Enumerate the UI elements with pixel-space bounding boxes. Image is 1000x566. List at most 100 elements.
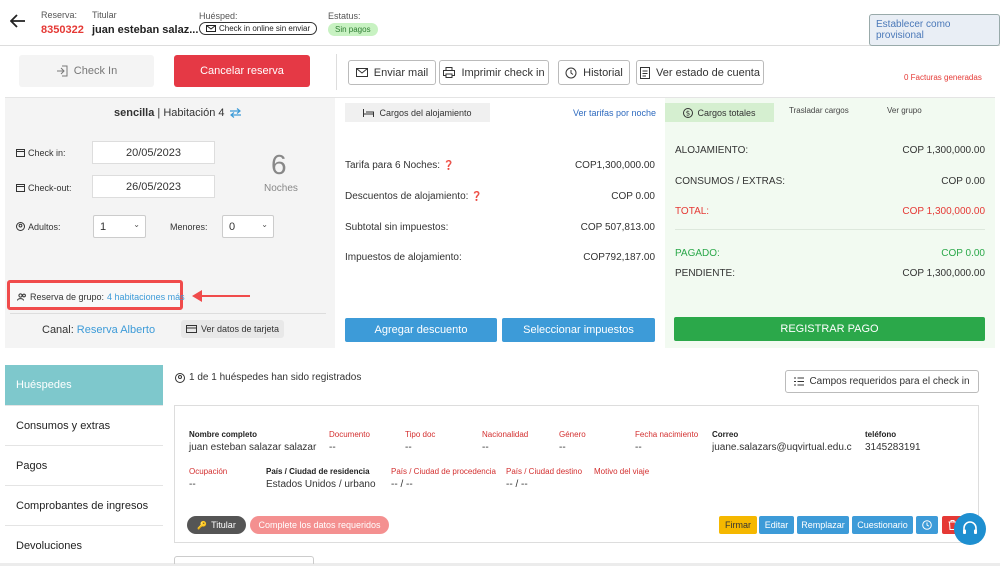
consumos-value: COP 0.00 [941, 176, 985, 187]
support-chat-button[interactable] [954, 513, 986, 545]
checkin-label: Check in: [28, 148, 66, 158]
tab-view-group[interactable]: Ver grupo [887, 106, 922, 115]
back-arrow-icon[interactable] [9, 12, 26, 33]
row-discount-label: Descuentos de alojamiento: ❓ [345, 191, 483, 202]
action-toolbar: Check In Cancelar reserva Enviar mail Im… [5, 46, 995, 98]
tipo-doc-label: Tipo doc [405, 430, 436, 439]
tab-total-label: Cargos totales [697, 107, 756, 118]
swap-room-icon[interactable] [229, 108, 242, 118]
firmar-button[interactable]: Firmar [719, 516, 757, 534]
required-fields-button[interactable]: Campos requeridos para el check in [785, 370, 979, 393]
user-circle-icon [16, 222, 25, 231]
account-statement-label: Ver estado de cuenta [656, 66, 760, 79]
telefono-value: 3145283191 [865, 442, 921, 453]
tab-lodging-charges[interactable]: Cargos del alojamiento [345, 103, 490, 122]
check-in-button[interactable]: Check In [19, 55, 154, 87]
adults-value: 1 [100, 220, 107, 233]
left-divider [10, 313, 326, 314]
calendar-icon [16, 149, 25, 157]
documento-value: -- [329, 442, 336, 453]
help-icon[interactable]: ❓ [443, 160, 454, 171]
tab-lodging-label: Cargos del alojamiento [379, 107, 472, 118]
minors-select[interactable]: 0 ⌄ [222, 215, 274, 238]
group-reservation: Reserva de grupo: 4 habitaciones más [17, 292, 185, 302]
tab-total-charges[interactable]: $ Cargos totales [665, 103, 774, 122]
clock-button[interactable] [916, 516, 938, 534]
correo-value: juane.salazars@uqvirtual.edu.co [712, 442, 852, 453]
huesped-label: Huésped: [199, 11, 238, 21]
checkin-date-field[interactable]: 20/05/2023 [92, 141, 215, 164]
sidebar-item-consumos[interactable]: Consumos y extras [5, 406, 163, 446]
row-rate-value: COP1,300,000.00 [574, 160, 655, 171]
list-icon [794, 377, 805, 386]
remplazar-button[interactable]: Remplazar [797, 516, 849, 534]
pais-procedencia-value: -- / -- [391, 479, 413, 490]
envelope-icon [206, 25, 216, 32]
correo-label: Correo [712, 430, 739, 439]
room-name: Habitación 4 [163, 107, 225, 119]
minors-label: Menores: [170, 222, 208, 232]
bed-icon [363, 108, 375, 117]
total-value: COP 1,300,000.00 [902, 206, 985, 217]
fecha-nacimiento-value: -- [635, 442, 642, 453]
pendiente-label: PENDIENTE: [675, 268, 736, 279]
check-in-label: Check In [73, 65, 118, 77]
clock-icon [922, 520, 932, 530]
status-badge: Sin pagos [328, 23, 378, 36]
checkin-online-text: Check in online sin enviar [219, 24, 311, 33]
cancel-reservation-button[interactable]: Cancelar reserva [174, 55, 310, 87]
row-discount-value: COP 0.00 [611, 191, 655, 202]
pagado-label: PAGADO: [675, 248, 720, 259]
set-provisional-button[interactable]: Establecer como provisional [869, 14, 1000, 46]
chevron-down-icon: ⌄ [261, 220, 268, 229]
checkout-date-field[interactable]: 26/05/2023 [92, 175, 215, 198]
canal-label: Canal: [42, 324, 74, 336]
register-payment-button[interactable]: REGISTRAR PAGO [674, 317, 985, 341]
group-label: Reserva de grupo: [30, 292, 105, 302]
add-discount-button[interactable]: Agregar descuento [345, 318, 497, 342]
canal-value[interactable]: Reserva Alberto [77, 324, 155, 336]
history-button[interactable]: Historial [558, 60, 630, 85]
cuestionario-button[interactable]: Cuestionario [852, 516, 913, 534]
adults-select[interactable]: 1 ⌄ [93, 215, 146, 238]
channel-info: Canal: Reserva Alberto [42, 324, 155, 336]
sidebar-item-devoluciones[interactable]: Devoluciones [5, 526, 163, 566]
nights-count: 6 [271, 149, 287, 180]
account-statement-button[interactable]: Ver estado de cuenta [636, 60, 764, 85]
user-circle-icon [175, 372, 185, 383]
group-rooms-link[interactable]: 4 habitaciones más [107, 292, 185, 302]
room-info: sencilla | Habitación 4 [114, 107, 242, 119]
editar-button[interactable]: Editar [759, 516, 794, 534]
minors-value: 0 [229, 220, 236, 233]
send-mail-button[interactable]: Enviar mail [348, 60, 436, 85]
telefono-label: teléfono [865, 430, 897, 439]
view-card-button[interactable]: Ver datos de tarjeta [181, 320, 284, 338]
pais-destino-value: -- / -- [506, 479, 528, 490]
complete-data-tag: Complete los datos requeridos [250, 516, 389, 534]
sidebar-item-pagos[interactable]: Pagos [5, 446, 163, 486]
reserva-label: Reserva: [41, 10, 78, 20]
genero-value: -- [559, 442, 566, 453]
key-icon: 🔑 [197, 520, 208, 530]
sidebar-item-huespedes[interactable]: Huéspedes [5, 365, 163, 406]
page: Reserva: 8350322 Titular juan esteban sa… [0, 0, 1000, 566]
help-icon[interactable]: ❓ [471, 191, 482, 202]
room-type: sencilla [114, 107, 155, 119]
reservation-number: 8350322 [41, 24, 84, 36]
nombre-value: juan esteban salazar salazar [189, 442, 317, 453]
print-checkin-button[interactable]: Imprimir check in [439, 60, 549, 85]
tab-move-charges[interactable]: Trasladar cargos [789, 106, 849, 115]
adults-label-wrap: Adultos: [16, 222, 61, 232]
ocupacion-label: Ocupación [189, 467, 228, 476]
sidebar-item-comprobantes[interactable]: Comprobantes de ingresos [5, 486, 163, 526]
stay-details-panel: sencilla | Habitación 4 Check in: 20/05/… [5, 98, 335, 348]
consumos-label: CONSUMOS / EXTRAS: [675, 176, 786, 187]
nacionalidad-label: Nacionalidad [482, 430, 529, 439]
select-taxes-button[interactable]: Seleccionar impuestos [502, 318, 655, 342]
invoices-count[interactable]: 0 Facturas generadas [904, 73, 982, 82]
required-fields-label: Campos requeridos para el check in [809, 376, 970, 387]
nightly-rates-link[interactable]: Ver tarifas por noche [573, 108, 656, 118]
documento-label: Documento [329, 430, 370, 439]
pais-residencia-label: País / Ciudad de residencia [266, 467, 370, 476]
genero-label: Género [559, 430, 586, 439]
